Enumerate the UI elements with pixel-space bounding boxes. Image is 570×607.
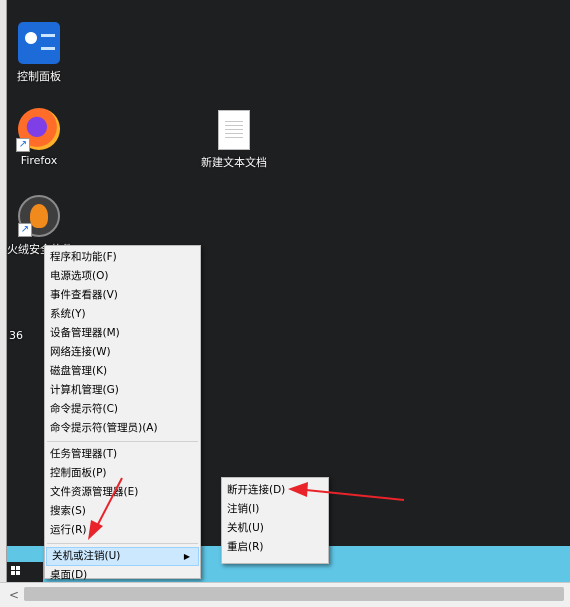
submenu-item-disconnect[interactable]: 断开连接(D) bbox=[222, 481, 328, 500]
scroll-left-icon[interactable]: < bbox=[9, 588, 19, 602]
huorong-icon: ↗ bbox=[18, 195, 60, 237]
control-panel-icon bbox=[18, 22, 60, 64]
desktop-icon-control-panel[interactable]: 控制面板 bbox=[7, 22, 71, 84]
menu-item-disk-management[interactable]: 磁盘管理(K) bbox=[45, 362, 200, 381]
desktop-icon-label: 36 bbox=[9, 329, 23, 342]
text-document-icon bbox=[218, 110, 250, 150]
firefox-icon: ↗ bbox=[16, 108, 60, 152]
menu-item-control-panel[interactable]: 控制面板(P) bbox=[45, 464, 200, 483]
menu-item-power-options[interactable]: 电源选项(O) bbox=[45, 267, 200, 286]
shortcut-arrow-icon: ↗ bbox=[18, 223, 32, 237]
menu-item-file-explorer[interactable]: 文件资源管理器(E) bbox=[45, 483, 200, 502]
menu-item-shutdown-signout[interactable]: 关机或注销(U) ▶ bbox=[46, 547, 199, 566]
desktop-icon-firefox[interactable]: ↗ Firefox bbox=[7, 108, 71, 167]
menu-item-computer-management[interactable]: 计算机管理(G) bbox=[45, 381, 200, 400]
submenu-item-sign-out[interactable]: 注销(I) bbox=[222, 500, 328, 519]
submenu-item-shut-down[interactable]: 关机(U) bbox=[222, 519, 328, 538]
menu-separator bbox=[47, 543, 198, 544]
shortcut-arrow-icon: ↗ bbox=[16, 138, 30, 152]
menu-separator bbox=[47, 441, 198, 442]
menu-item-event-viewer[interactable]: 事件查看器(V) bbox=[45, 286, 200, 305]
menu-item-run[interactable]: 运行(R) bbox=[45, 521, 200, 540]
chevron-right-icon: ▶ bbox=[183, 552, 190, 561]
menu-item-device-manager[interactable]: 设备管理器(M) bbox=[45, 324, 200, 343]
menu-item-network-connections[interactable]: 网络连接(W) bbox=[45, 343, 200, 362]
scrollbar-thumb[interactable] bbox=[24, 587, 564, 601]
windows-logo-icon[interactable] bbox=[11, 566, 21, 576]
desktop-icon-partial[interactable]: 36 bbox=[0, 329, 48, 342]
shutdown-submenu: 断开连接(D) 注销(I) 关机(U) 重启(R) bbox=[221, 477, 329, 564]
desktop-icon-label: 控制面板 bbox=[17, 70, 61, 83]
menu-item-label: 关机或注销(U) bbox=[52, 550, 121, 562]
winx-context-menu: 程序和功能(F) 电源选项(O) 事件查看器(V) 系统(Y) 设备管理器(M)… bbox=[44, 245, 201, 581]
menu-item-command-prompt[interactable]: 命令提示符(C) bbox=[45, 400, 200, 419]
horizontal-scrollbar[interactable]: < bbox=[0, 582, 570, 607]
left-window-edge bbox=[0, 0, 7, 606]
menu-item-command-prompt-admin[interactable]: 命令提示符(管理员)(A) bbox=[45, 419, 200, 438]
desktop-icon-label: Firefox bbox=[20, 154, 58, 167]
menu-item-system[interactable]: 系统(Y) bbox=[45, 305, 200, 324]
submenu-item-restart[interactable]: 重启(R) bbox=[222, 538, 328, 557]
menu-item-task-manager[interactable]: 任务管理器(T) bbox=[45, 445, 200, 464]
desktop-icon-new-text-document[interactable]: 新建文本文档 bbox=[199, 110, 269, 170]
desktop-icon-label: 新建文本文档 bbox=[201, 156, 267, 169]
menu-item-programs-features[interactable]: 程序和功能(F) bbox=[45, 248, 200, 267]
menu-item-search[interactable]: 搜索(S) bbox=[45, 502, 200, 521]
